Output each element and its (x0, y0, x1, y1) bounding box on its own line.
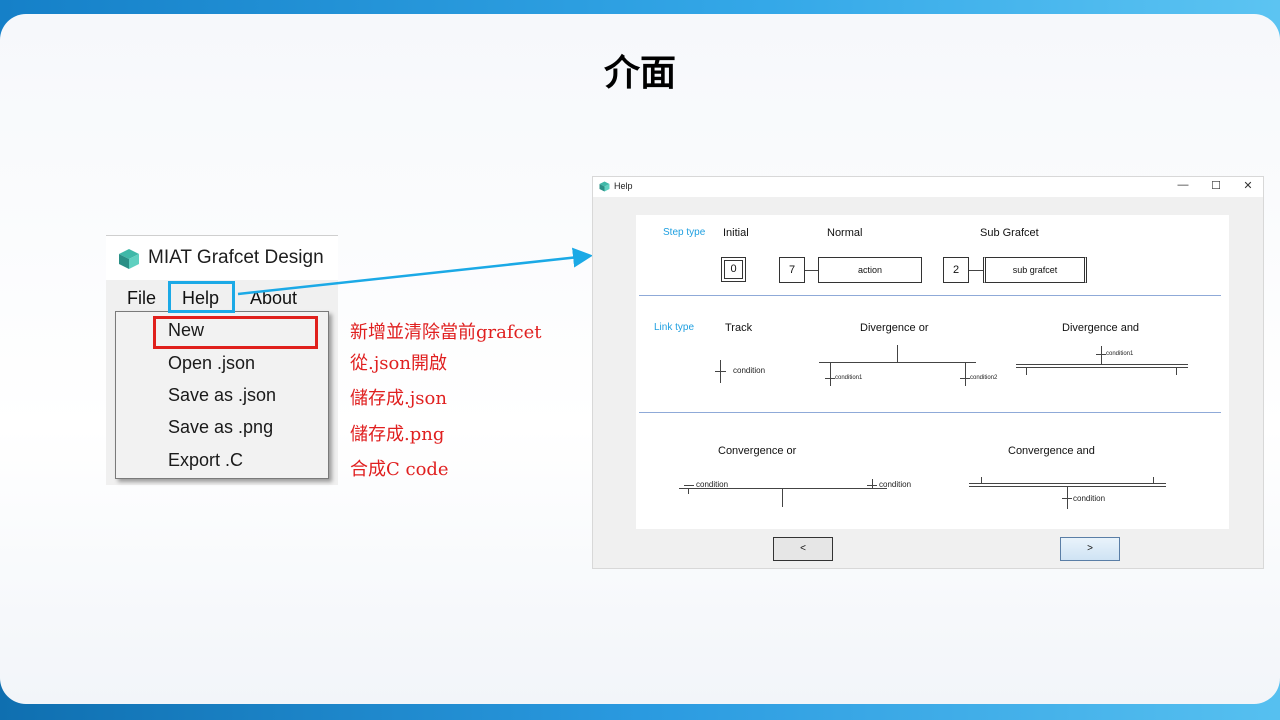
sub-grafcet-step-box: 2 (943, 257, 969, 283)
conv-or-left-tick (684, 485, 694, 486)
next-page-button[interactable]: > (1060, 537, 1120, 561)
div-and-condition1-text: condition1 (1106, 351, 1134, 357)
initial-step-box: 0 (721, 257, 746, 282)
menu-item-export-c[interactable]: Export .C (168, 450, 243, 471)
div-and-tick (1096, 354, 1106, 355)
minimize-icon[interactable]: — (1176, 179, 1190, 191)
section-divider-1 (639, 295, 1221, 296)
conv-and-left-branch (981, 477, 982, 483)
initial-label: Initial (723, 227, 749, 239)
help-window: Help — ☐ ✕ Step type Initial Normal Sub … (592, 176, 1264, 569)
convergence-and-label: Convergence and (1008, 445, 1095, 457)
track-label: Track (725, 322, 753, 334)
normal-label: Normal (827, 227, 863, 239)
div-or-left-branch (830, 362, 831, 386)
track-condition-tick (715, 371, 726, 372)
note-export-c: 合成C code (350, 459, 449, 480)
divergence-or-label: Divergence or (860, 322, 929, 334)
slide-title: 介面 (603, 52, 676, 94)
app-titlebar: MIAT Grafcet Design (106, 236, 338, 280)
note-save-png: 儲存成.png (350, 424, 445, 445)
help-app-icon (599, 181, 610, 192)
app-title: MIAT Grafcet Design (148, 247, 324, 268)
conv-or-condition-right-text: condition (879, 480, 912, 489)
action-box: action (818, 257, 922, 283)
div-and-bar-top (1016, 364, 1188, 365)
initial-step-value: 0 (724, 260, 743, 279)
conv-or-right-tick (867, 485, 877, 486)
menu-item-save-json[interactable]: Save as .json (168, 385, 276, 406)
conv-and-bar-top (969, 483, 1166, 484)
menu-file[interactable]: File (127, 288, 156, 309)
conv-and-condition-text: condition (1073, 494, 1106, 503)
normal-step-box: 7 (779, 257, 805, 283)
note-open-json: 從.json開啟 (350, 353, 447, 374)
div-or-bar (819, 362, 976, 363)
divergence-and-label: Divergence and (1062, 322, 1140, 334)
sub-grafcet-connector (969, 270, 983, 271)
div-and-top-line (1101, 346, 1102, 364)
maximize-icon[interactable]: ☐ (1209, 179, 1223, 192)
conv-and-tick (1062, 498, 1072, 499)
div-and-left-branch (1026, 367, 1027, 375)
normal-step-connector (805, 270, 818, 271)
help-window-title: Help (614, 181, 633, 191)
prev-page-button[interactable]: < (773, 537, 833, 561)
sub-grafcet-box: sub grafcet (983, 257, 1087, 283)
note-save-json: 儲存成.json (350, 388, 447, 409)
menu-item-save-png[interactable]: Save as .png (168, 417, 273, 438)
link-type-label: Link type (654, 322, 695, 333)
menu-about[interactable]: About (250, 288, 297, 309)
conv-or-bottom-line (782, 488, 783, 507)
div-or-condition2-text: condition2 (970, 375, 998, 381)
div-or-top-line (897, 345, 898, 362)
app-logo-icon (119, 249, 139, 269)
div-and-bar-bottom (1016, 367, 1188, 368)
help-content-panel: Step type Initial Normal Sub Grafcet 0 7… (636, 215, 1229, 529)
step-type-label: Step type (663, 227, 706, 238)
menu-item-open-json[interactable]: Open .json (168, 353, 255, 374)
help-window-titlebar: Help — ☐ ✕ (593, 177, 1263, 197)
new-item-highlight (153, 316, 318, 349)
section-divider-2 (639, 412, 1221, 413)
help-menu-highlight (168, 281, 235, 313)
div-or-condition1-text: condition1 (835, 375, 863, 381)
conv-and-right-branch (1153, 477, 1154, 483)
note-new: 新增並清除當前grafcet (350, 322, 542, 343)
conv-or-right-branch (872, 479, 873, 488)
div-or-right-branch (965, 362, 966, 386)
div-and-right-branch (1176, 367, 1177, 375)
div-or-left-tick (825, 378, 835, 379)
sub-grafcet-label: Sub Grafcet (980, 227, 1039, 239)
div-or-right-tick (960, 378, 970, 379)
track-condition-text: condition (733, 366, 766, 375)
conv-or-bar (679, 488, 887, 489)
convergence-or-label: Convergence or (718, 445, 797, 457)
close-icon[interactable]: ✕ (1241, 179, 1255, 192)
